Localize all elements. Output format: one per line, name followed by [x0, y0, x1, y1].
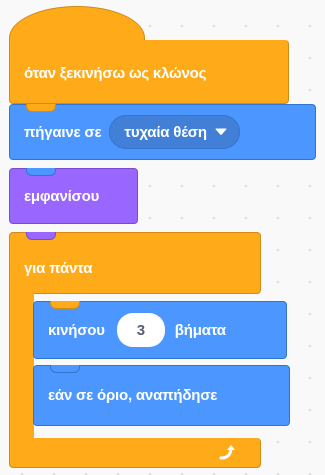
forever-block-bottom [9, 438, 261, 468]
hat-block-label: όταν ξεκινήσω ως κλώνος [24, 65, 207, 82]
go-to-block[interactable]: πήγαινε σε τυχαία θέση [9, 104, 316, 160]
show-label: εμφανίσου [24, 187, 100, 205]
go-to-label: πήγαινε σε [24, 123, 102, 141]
loop-arrow-icon [219, 445, 235, 460]
move-label-after: βήματα [174, 321, 226, 339]
go-to-target-dropdown[interactable]: τυχαία θέση [109, 115, 240, 149]
when-start-as-clone-block[interactable]: όταν ξεκινήσω ως κλώνος [9, 40, 289, 104]
forever-block[interactable]: για πάντα [9, 232, 261, 294]
move-label-before: κινήσου [48, 321, 105, 339]
go-to-target-value: τυχαία θέση [124, 123, 207, 141]
bounce-on-edge-block[interactable]: εάν σε όριο, αναπήδησε [33, 365, 290, 426]
steps-input[interactable]: 3 [116, 313, 165, 347]
show-block[interactable]: εμφανίσου [9, 168, 138, 224]
bounce-label: εάν σε όριο, αναπήδησε [48, 387, 218, 404]
dropdown-arrow-icon [215, 128, 227, 135]
forever-label: για πάντα [24, 260, 93, 277]
forever-block-arm [9, 293, 34, 445]
scratch-script: όταν ξεκινήσω ως κλώνος πήγαινε σε τυχαί… [0, 0, 325, 475]
move-steps-block[interactable]: κινήσου 3 βήματα [33, 301, 287, 359]
